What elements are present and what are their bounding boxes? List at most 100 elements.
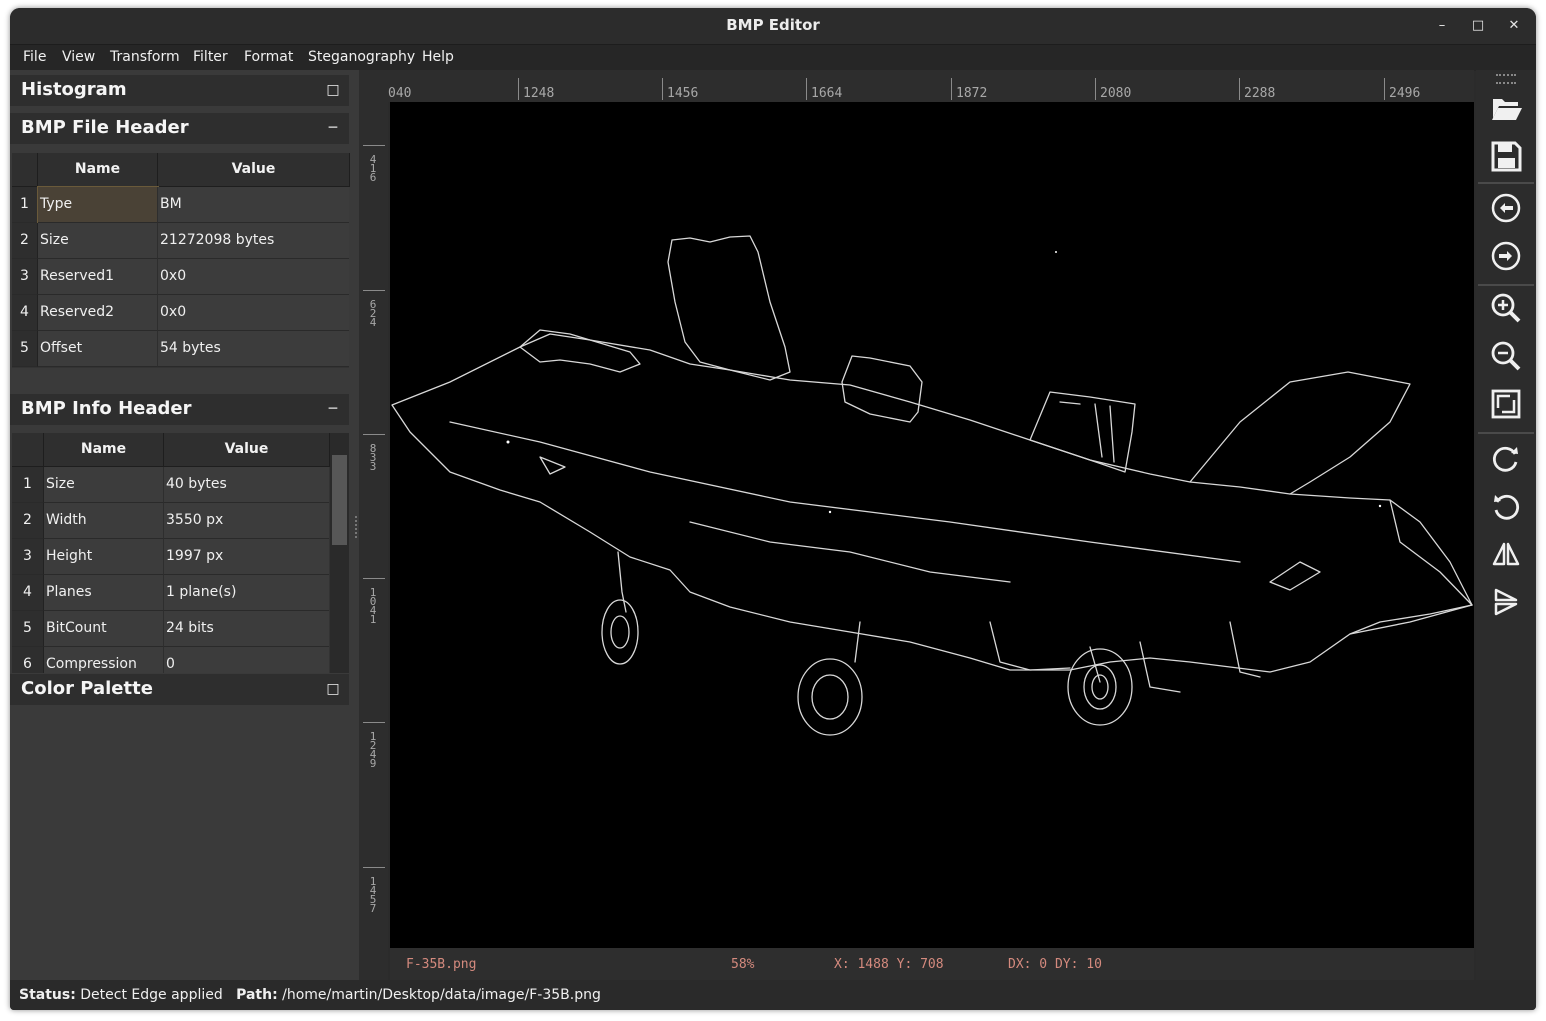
title-bar: BMP Editor – □ ✕: [10, 8, 1536, 44]
row-number: 2: [12, 223, 38, 259]
cell-value[interactable]: 3550 px: [164, 503, 329, 539]
rotate-cw-icon[interactable]: [1488, 440, 1524, 476]
toolbar-grip-handle[interactable]: [1496, 74, 1516, 84]
ruler-tick: [363, 434, 385, 435]
expand-icon[interactable]: □: [325, 681, 341, 697]
status-message: Detect Edge applied: [80, 987, 223, 1003]
cell-value[interactable]: 21272098 bytes: [158, 223, 349, 259]
status-bar: Status: Detect Edge applied Path: /home/…: [10, 980, 1536, 1010]
ruler-label: 1872: [956, 86, 988, 101]
info-header-dock-title: BMP Info Header ─: [10, 394, 349, 425]
vertical-ruler: 416 624 833 1041 1249 1457: [359, 70, 388, 980]
menu-bar: File View Transform Filter Format Stegan…: [10, 44, 1536, 71]
cell-name[interactable]: Reserved1: [38, 259, 158, 295]
open-folder-icon[interactable]: [1488, 90, 1524, 126]
ruler-tick: [363, 867, 385, 868]
cell-value[interactable]: 54 bytes: [158, 331, 349, 367]
ruler-label: 2080: [1100, 86, 1132, 101]
ruler-tick: [662, 78, 663, 100]
scrollbar-thumb[interactable]: [332, 455, 347, 545]
ruler-label: 833: [369, 442, 377, 473]
info-header-table: Name Value 1 Size 40 bytes 2 Width 3550 …: [12, 433, 349, 673]
cell-value[interactable]: 40 bytes: [164, 467, 329, 503]
zoom-level: 58%: [731, 957, 755, 972]
info-header-title: BMP Info Header: [21, 398, 192, 419]
menu-format[interactable]: Format: [244, 49, 293, 65]
menu-help[interactable]: Help: [422, 49, 454, 65]
histogram-dock-title: Histogram □: [10, 75, 349, 106]
column-header-name[interactable]: Name: [44, 433, 164, 467]
cell-value[interactable]: 1 plane(s): [164, 575, 329, 611]
row-number: 4: [12, 575, 44, 611]
histogram-title: Histogram: [21, 79, 127, 100]
right-toolbar: [1476, 70, 1536, 980]
column-header-value[interactable]: Value: [164, 433, 330, 467]
ruler-label: 1456: [667, 86, 699, 101]
cell-value[interactable]: 1997 px: [164, 539, 329, 575]
cell-name[interactable]: Reserved2: [38, 295, 158, 331]
undo-icon[interactable]: [1488, 190, 1524, 226]
menu-steganography[interactable]: Steganography: [308, 49, 415, 65]
row-number: 3: [12, 539, 44, 575]
info-table-scrollbar[interactable]: [330, 433, 349, 673]
zoom-in-icon[interactable]: [1488, 290, 1524, 326]
menu-transform[interactable]: Transform: [110, 49, 180, 65]
cell-value[interactable]: 0x0: [158, 259, 349, 295]
cell-name[interactable]: Type: [37, 186, 159, 224]
maximize-button[interactable]: □: [1466, 14, 1490, 38]
cell-name[interactable]: Offset: [38, 331, 158, 367]
collapse-icon[interactable]: ─: [325, 401, 341, 417]
status-label: Status:: [19, 987, 76, 1003]
ruler-label: 416: [369, 153, 377, 184]
menu-view[interactable]: View: [62, 49, 95, 65]
fit-screen-icon[interactable]: [1488, 386, 1524, 422]
ruler-label: 2288: [1244, 86, 1276, 101]
redo-icon[interactable]: [1488, 238, 1524, 274]
cell-name[interactable]: Size: [38, 223, 158, 259]
ruler-tick: [1239, 78, 1240, 100]
cell-name[interactable]: Height: [44, 539, 164, 575]
cell-value[interactable]: 24 bits: [164, 611, 329, 647]
rotate-ccw-icon[interactable]: [1488, 488, 1524, 524]
cell-value[interactable]: 0x0: [158, 295, 349, 331]
left-dock-panel: Histogram □ BMP File Header ─ Name Value…: [10, 70, 359, 980]
file-name: F-35B.png: [406, 957, 477, 972]
ruler-tick: [806, 78, 807, 100]
minimize-button[interactable]: –: [1430, 14, 1454, 38]
image-canvas[interactable]: [390, 102, 1474, 948]
ruler-label: 1457: [369, 875, 377, 915]
cell-value[interactable]: BM: [158, 187, 349, 223]
menu-file[interactable]: File: [23, 49, 46, 65]
ruler-label: 1249: [369, 730, 377, 770]
menu-filter[interactable]: Filter: [193, 49, 228, 65]
cell-name[interactable]: Width: [44, 503, 164, 539]
collapse-icon[interactable]: ─: [325, 120, 341, 136]
column-header-name[interactable]: Name: [38, 153, 158, 187]
flip-vertical-icon[interactable]: [1488, 584, 1524, 620]
cell-name[interactable]: Compression: [44, 647, 164, 673]
close-button[interactable]: ✕: [1502, 14, 1526, 38]
ruler-tick: [363, 722, 385, 723]
file-header-table: Name Value 1 Type BM 2 Size 21272098 byt…: [12, 153, 350, 368]
cell-value[interactable]: 0: [164, 647, 329, 673]
ruler-tick: [1095, 78, 1096, 100]
file-header-dock-title: BMP File Header ─: [10, 113, 349, 144]
flip-horizontal-icon[interactable]: [1488, 536, 1524, 572]
zoom-out-icon[interactable]: [1488, 338, 1524, 374]
expand-icon[interactable]: □: [325, 82, 341, 98]
canvas-info-bar: F-35B.png 58% X: 1488 Y: 708 DX: 0 DY: 1…: [390, 948, 1474, 980]
save-icon[interactable]: [1488, 138, 1524, 174]
column-header-value[interactable]: Value: [158, 153, 350, 187]
horizontal-ruler: 040 1248 1456 1664 1872 2080 2288 2496: [388, 70, 1474, 102]
cell-name[interactable]: Planes: [44, 575, 164, 611]
cursor-coordinates: X: 1488 Y: 708: [834, 957, 944, 972]
file-header-title: BMP File Header: [21, 117, 189, 138]
cell-name[interactable]: BitCount: [44, 611, 164, 647]
row-number: 4: [12, 295, 38, 331]
cell-name[interactable]: Size: [44, 467, 164, 503]
window-title: BMP Editor: [726, 16, 820, 34]
ruler-label: 1248: [523, 86, 555, 101]
row-number: 3: [12, 259, 38, 295]
selection-delta: DX: 0 DY: 10: [1008, 957, 1102, 972]
edge-detected-jet-image: [391, 235, 1473, 736]
